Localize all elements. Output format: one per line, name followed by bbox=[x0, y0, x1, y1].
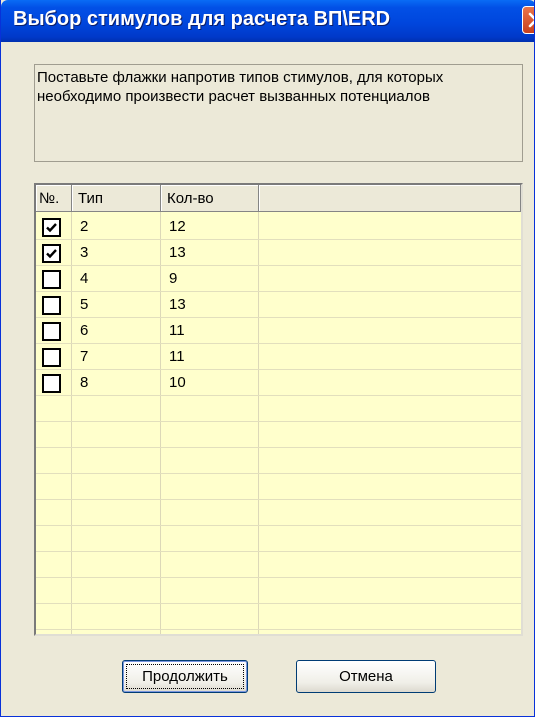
stimulus-type: 4 bbox=[80, 270, 89, 287]
stimulus-count: 9 bbox=[169, 270, 178, 287]
table-row[interactable]: 3 13 bbox=[36, 240, 521, 266]
empty-row bbox=[36, 448, 521, 474]
stimulus-type: 2 bbox=[80, 218, 89, 235]
stimulus-table[interactable]: №. Тип Кол-во 2 12 3 13 4 9 5 13 6 11 7 11 8 10 bbox=[34, 183, 523, 636]
empty-row bbox=[36, 500, 521, 526]
empty-row bbox=[36, 526, 521, 552]
stimulus-count: 11 bbox=[169, 322, 185, 339]
close-icon bbox=[528, 12, 534, 28]
stimulus-checkbox[interactable] bbox=[42, 322, 61, 341]
window-title: Выбор стимулов для расчета ВП\ERD bbox=[13, 8, 391, 30]
empty-row bbox=[36, 474, 521, 500]
stimulus-checkbox[interactable] bbox=[42, 374, 61, 393]
stimulus-checkbox[interactable] bbox=[42, 348, 61, 367]
stimulus-type: 3 bbox=[80, 244, 89, 261]
instruction-box: Поставьте флажки напротив типов стимулов… bbox=[34, 64, 523, 162]
stimulus-type: 8 bbox=[80, 374, 89, 391]
continue-button[interactable]: Продолжить bbox=[122, 660, 248, 693]
table-row[interactable]: 2 12 bbox=[36, 214, 521, 240]
stimulus-count: 12 bbox=[169, 218, 186, 235]
column-header-empty[interactable] bbox=[259, 185, 521, 212]
stimulus-checkbox[interactable] bbox=[42, 244, 61, 263]
table-row[interactable]: 8 10 bbox=[36, 370, 521, 396]
checkmark-icon bbox=[46, 249, 57, 259]
instruction-line-2: необходимо произвести расчет вызванных п… bbox=[37, 88, 430, 105]
stimulus-type: 5 bbox=[80, 296, 89, 313]
stimulus-count: 13 bbox=[169, 296, 186, 313]
stimulus-checkbox[interactable] bbox=[42, 296, 61, 315]
column-header-count[interactable]: Кол-во bbox=[161, 185, 259, 212]
stimulus-type: 6 bbox=[80, 322, 89, 339]
table-header: №. Тип Кол-во bbox=[36, 185, 521, 212]
dialog-window: Выбор стимулов для расчета ВП\ERD Постав… bbox=[0, 0, 535, 717]
checkmark-icon bbox=[46, 223, 57, 233]
column-header-number[interactable]: №. bbox=[36, 185, 72, 212]
table-row[interactable]: 6 11 bbox=[36, 318, 521, 344]
stimulus-checkbox[interactable] bbox=[42, 218, 61, 237]
stimulus-count: 10 bbox=[169, 374, 186, 391]
empty-row bbox=[36, 552, 521, 578]
empty-row bbox=[36, 604, 521, 630]
empty-row bbox=[36, 396, 521, 422]
stimulus-count: 11 bbox=[169, 348, 185, 365]
empty-row bbox=[36, 422, 521, 448]
stimulus-checkbox[interactable] bbox=[42, 270, 61, 289]
column-header-type[interactable]: Тип bbox=[72, 185, 161, 212]
cancel-button[interactable]: Отмена bbox=[296, 660, 436, 693]
stimulus-type: 7 bbox=[80, 348, 89, 365]
empty-row bbox=[36, 578, 521, 604]
instruction-line-1: Поставьте флажки напротив типов стимулов… bbox=[37, 69, 444, 86]
table-row[interactable]: 49 bbox=[36, 266, 521, 292]
title-bar[interactable]: Выбор стимулов для расчета ВП\ERD bbox=[1, 0, 534, 42]
stimulus-count: 13 bbox=[169, 244, 186, 261]
table-row[interactable]: 7 11 bbox=[36, 344, 521, 370]
table-row[interactable]: 5 13 bbox=[36, 292, 521, 318]
close-button[interactable] bbox=[522, 6, 534, 34]
